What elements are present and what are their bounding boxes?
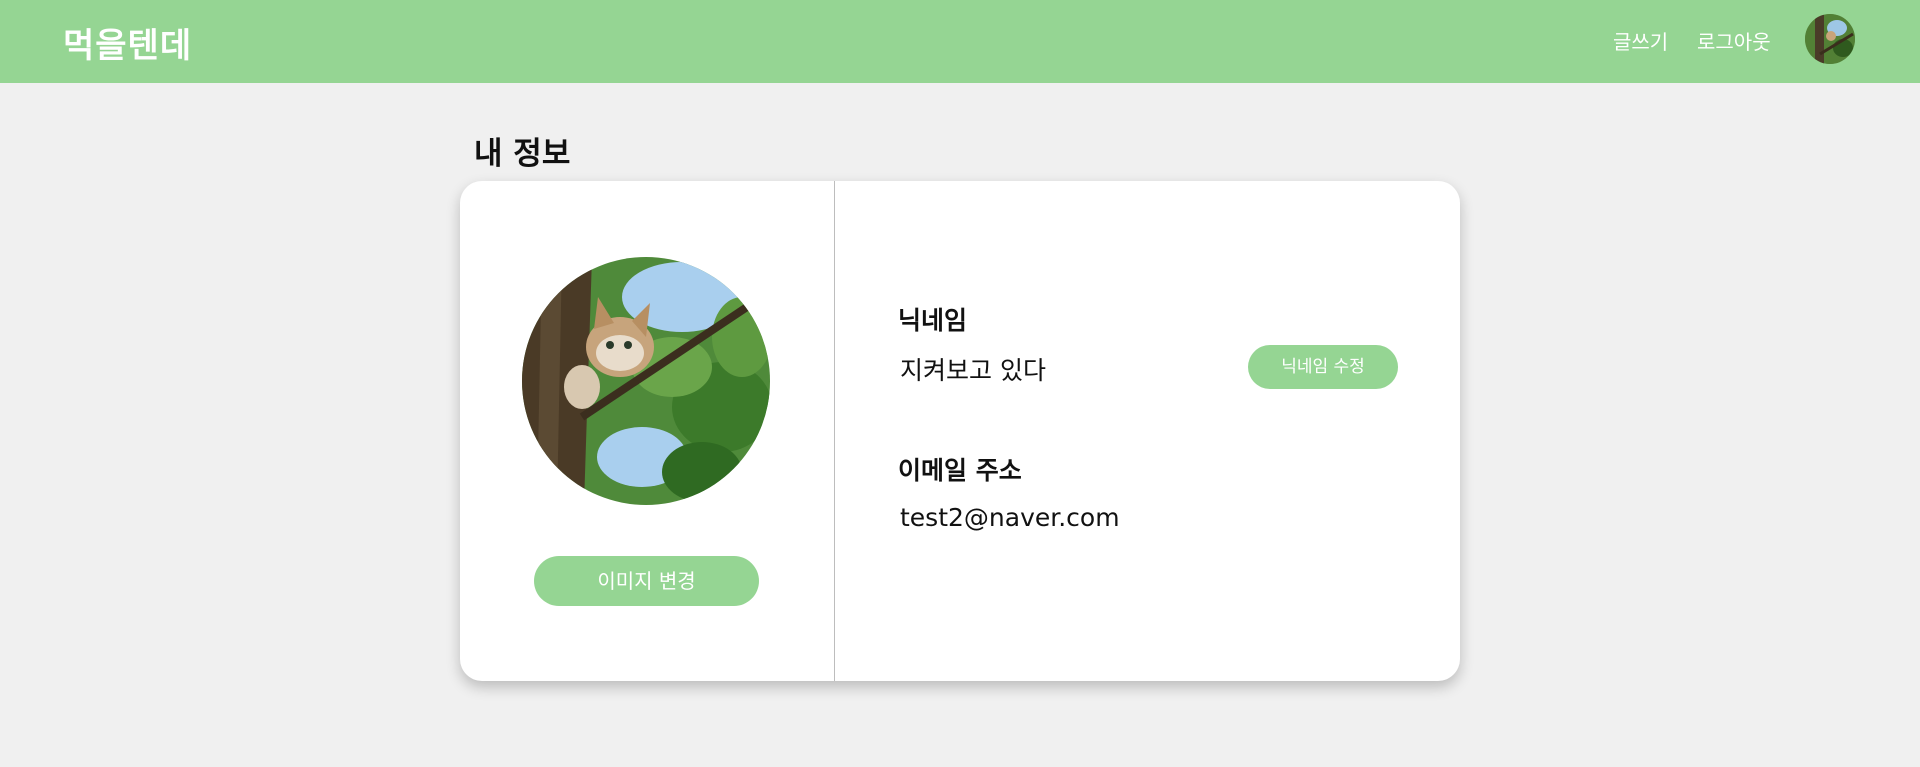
top-header: 먹을텐데 글쓰기 로그아웃 [0,0,1920,83]
nickname-value: 지켜보고 있다 [900,356,1046,385]
cat-in-tree-photo-icon [522,257,770,505]
site-logo[interactable]: 먹을텐데 [63,18,192,67]
profile-card: 이미지 변경 닉네임 지켜보고 있다 닉네임 수정 이메일 주소 test2@n… [460,181,1460,681]
header-avatar[interactable] [1805,14,1855,64]
page-title: 내 정보 [474,136,571,172]
edit-nickname-button[interactable]: 닉네임 수정 [1248,345,1398,389]
logout-link[interactable]: 로그아웃 [1697,26,1771,55]
email-value: test2@naver.com [900,503,1120,532]
user-avatar-icon [1805,14,1855,64]
email-label: 이메일 주소 [898,456,1022,485]
nickname-label: 닉네임 [898,306,968,335]
change-image-button[interactable]: 이미지 변경 [534,556,759,606]
card-divider [834,181,835,681]
write-post-link[interactable]: 글쓰기 [1613,26,1668,55]
profile-image [522,257,770,505]
